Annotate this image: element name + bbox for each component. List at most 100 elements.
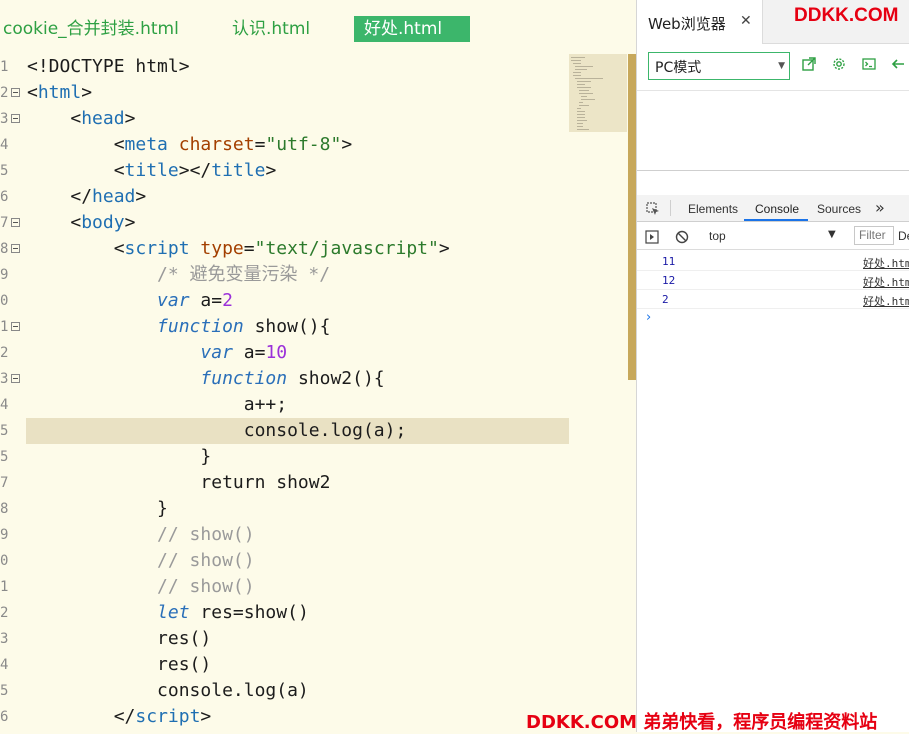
console-log-row: 11 好处.htm <box>637 252 909 271</box>
code-line: 7 return show2 <box>0 470 569 496</box>
editor-scrollbar[interactable] <box>628 54 636 380</box>
devtools-panel: Elements Console Sources » top ▼ Filter … <box>637 170 909 732</box>
code-line: 2 let res=show() <box>0 600 569 626</box>
browser-tab-title: Web浏览器 <box>648 15 726 33</box>
fold-toggle-icon[interactable] <box>11 244 20 253</box>
line-number: 9 <box>0 267 9 283</box>
context-select-value[interactable]: top <box>709 229 726 243</box>
code-line: 3 function show2(){ <box>0 366 569 392</box>
line-number: 7 <box>0 475 9 491</box>
code-line: 9 /* 避免变量污染 */ <box>0 262 569 288</box>
line-number: 0 <box>0 293 9 309</box>
line-number: 4 <box>0 657 9 673</box>
fold-toggle-icon[interactable] <box>11 88 20 97</box>
mode-select[interactable]: PC模式 ▼ <box>648 52 790 80</box>
terminal-icon[interactable] <box>861 57 877 73</box>
log-source-link[interactable]: 好处.htm <box>863 274 909 290</box>
chevron-down-icon: ▼ <box>828 229 836 240</box>
code-line: 4 <meta charset="utf-8"> <box>0 132 569 158</box>
code-line: 1 // show() <box>0 574 569 600</box>
line-number: 2 <box>0 605 9 621</box>
open-external-icon[interactable] <box>801 57 817 73</box>
brand-watermark: DDKK.COM <box>794 5 899 26</box>
editor-tab-bar: cookie_合并封装.html 认识.html 好处.html <box>0 0 636 44</box>
log-source-link[interactable]: 好处.htm <box>863 255 909 271</box>
line-number: 9 <box>0 527 9 543</box>
back-arrow-icon[interactable] <box>890 57 906 73</box>
tab-elements[interactable]: Elements <box>688 202 738 216</box>
line-number: 6 <box>0 189 9 205</box>
code-line: 8 <script type="text/javascript"> <box>0 236 569 262</box>
web-browser-panel: Web浏览器 ✕ DDKK.COM PC模式 ▼ Elements Consol… <box>636 0 909 732</box>
code-line: 6 </head> <box>0 184 569 210</box>
mode-select-value: PC模式 <box>655 60 702 76</box>
filter-input[interactable]: Filter <box>854 226 894 245</box>
console-log-row: 2 好处.htm <box>637 290 909 309</box>
line-number: 4 <box>0 137 9 153</box>
log-source-link[interactable]: 好处.htm <box>863 293 909 309</box>
tab-cookie-html[interactable]: cookie_合并封装.html <box>3 16 179 42</box>
browser-tab[interactable]: Web浏览器 ✕ <box>637 0 763 44</box>
code-line: 6 </script> <box>0 704 569 730</box>
code-line: 9 // show() <box>0 522 569 548</box>
line-number: 1 <box>0 579 9 595</box>
fold-toggle-icon[interactable] <box>11 374 20 383</box>
chevron-down-icon: ▼ <box>778 61 785 71</box>
code-line: 3 res() <box>0 626 569 652</box>
code-line: 5 console.log(a) <box>0 678 569 704</box>
line-number: 4 <box>0 397 9 413</box>
line-number: 2 <box>0 345 9 361</box>
line-number: 0 <box>0 553 9 569</box>
tab-haochu-html[interactable]: 好处.html <box>354 16 470 42</box>
more-tabs-icon[interactable]: » <box>875 198 885 217</box>
console-log-row: 12 好处.htm <box>637 271 909 290</box>
page-viewport[interactable] <box>637 90 909 170</box>
code-line: 3 <head> <box>0 106 569 132</box>
sidebar-toggle-icon[interactable] <box>645 229 659 248</box>
code-line: 8 } <box>0 496 569 522</box>
code-line: 4 a++; <box>0 392 569 418</box>
code-line: 1 function show(){ <box>0 314 569 340</box>
console-prompt-icon[interactable]: › <box>646 310 651 325</box>
line-number: 5 <box>0 423 9 439</box>
fold-toggle-icon[interactable] <box>11 114 20 123</box>
fold-toggle-icon[interactable] <box>11 322 20 331</box>
code-line: 4 res() <box>0 652 569 678</box>
devtools-tab-bar: Elements Console Sources » <box>637 195 909 222</box>
close-icon[interactable]: ✕ <box>740 13 752 29</box>
line-number: 5 <box>0 449 9 465</box>
tab-sources[interactable]: Sources <box>817 202 861 216</box>
default-levels-label[interactable]: De <box>898 229 909 243</box>
line-number: 5 <box>0 163 9 179</box>
fold-toggle-icon[interactable] <box>11 218 20 227</box>
line-number: 5 <box>0 683 9 699</box>
code-line: 0 var a=2 <box>0 288 569 314</box>
clear-console-icon[interactable] <box>675 229 689 248</box>
code-line: 5 <title></title> <box>0 158 569 184</box>
code-line: 2 <html> <box>0 80 569 106</box>
code-minimap[interactable] <box>569 54 627 132</box>
code-line: 7 <body> <box>0 210 569 236</box>
tab-renshi-html[interactable]: 认识.html <box>232 16 310 42</box>
browser-toolbar: PC模式 ▼ <box>637 44 909 90</box>
log-value: 11 <box>662 255 676 268</box>
code-editor[interactable]: cookie_合并封装.html 认识.html 好处.html 1 <!DOCT… <box>0 0 636 732</box>
footer-watermark: DDKK.COM 弟弟快看，程序员编程资料站 <box>526 712 878 733</box>
code-line-current: 5 console.log(a); <box>0 418 569 444</box>
console-toolbar: top ▼ Filter De <box>637 222 909 250</box>
gear-icon[interactable] <box>831 57 847 73</box>
code-line: 0 // show() <box>0 548 569 574</box>
code-line: 2 var a=10 <box>0 340 569 366</box>
line-number: 8 <box>0 501 9 517</box>
inspect-element-icon[interactable] <box>646 201 660 215</box>
log-value: 12 <box>662 274 676 287</box>
log-value: 2 <box>662 293 669 306</box>
code-line: 1 <!DOCTYPE html> <box>0 54 569 80</box>
line-number: 1 <box>0 59 9 75</box>
active-tab-indicator <box>744 219 808 221</box>
tab-console[interactable]: Console <box>755 202 799 216</box>
line-number: 6 <box>0 709 9 725</box>
code-line: 5 } <box>0 444 569 470</box>
line-number: 3 <box>0 631 9 647</box>
browser-tab-bar: Web浏览器 ✕ DDKK.COM <box>637 0 909 44</box>
